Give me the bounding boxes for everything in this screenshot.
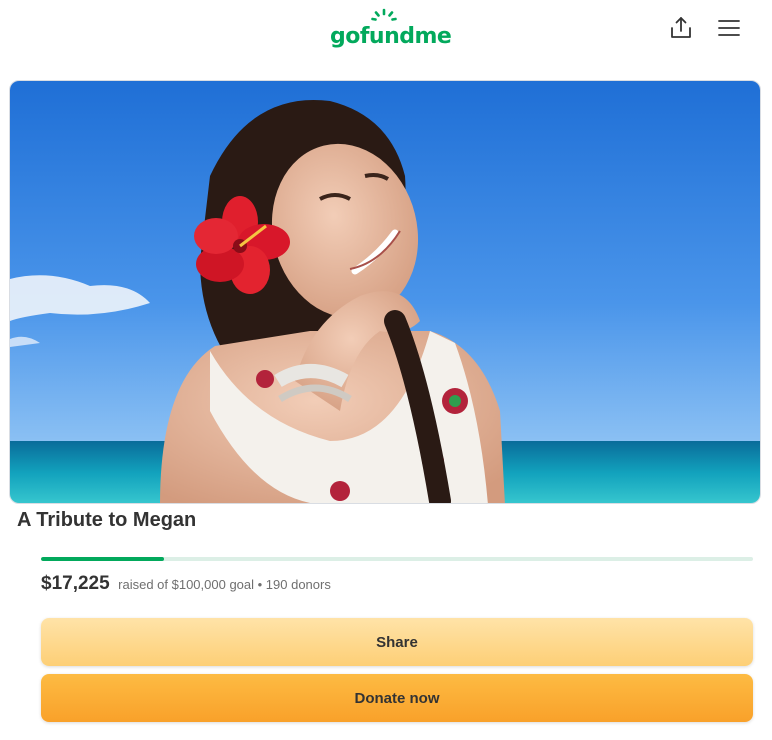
donate-button[interactable]: Donate now [41,674,753,722]
raised-goal-donors: raised of $100,000 goal • 190 donors [118,577,331,592]
share-button[interactable]: Share [41,618,753,666]
campaign-title: A Tribute to Megan [17,509,197,531]
gofundme-logo[interactable]: gofundme [330,8,452,50]
campaign-photo-illustration [10,81,760,503]
logo-sun-icon [371,8,397,21]
progress-bar [41,557,753,561]
hamburger-menu-icon[interactable] [716,15,742,41]
progress-bar-fill [41,557,164,561]
site-header: gofundme [0,0,772,70]
campaign-photo [9,80,761,504]
share-upload-icon[interactable] [668,15,694,41]
logo-text: gofundme [330,24,452,49]
fundraising-stats: $17,225 raised of $100,000 goal • 190 do… [41,570,331,599]
raised-amount: $17,225 [41,573,110,594]
